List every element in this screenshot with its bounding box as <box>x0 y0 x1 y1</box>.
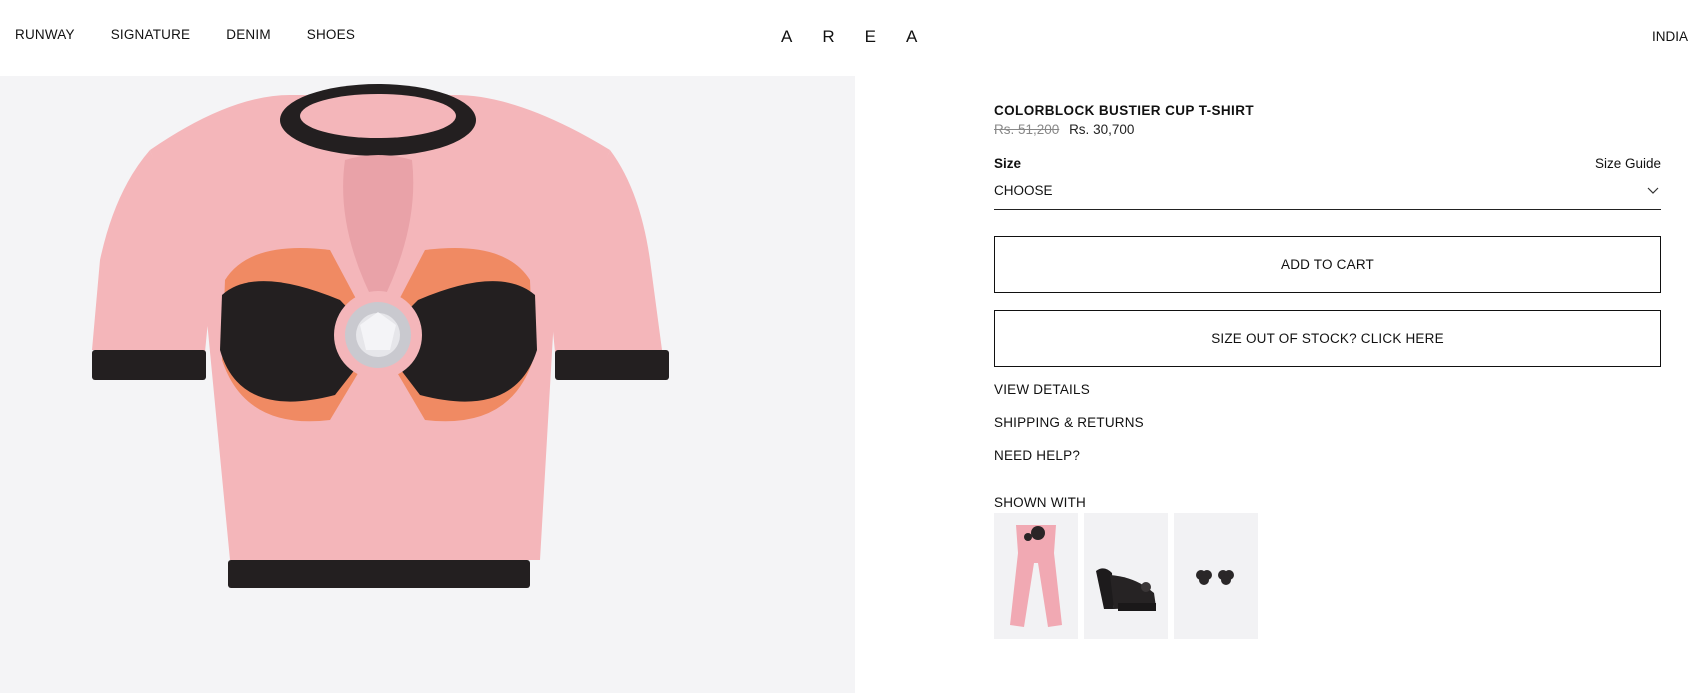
view-details-link[interactable]: VIEW DETAILS <box>994 382 1090 397</box>
shown-with-heels-thumbnail[interactable] <box>1084 513 1168 639</box>
nav-signature-link[interactable]: SIGNATURE <box>111 27 191 42</box>
shown-with-list <box>994 513 1258 639</box>
shown-with-heading: SHOWN WITH <box>994 495 1086 510</box>
pants-image <box>1010 525 1062 627</box>
brand-logo[interactable]: AREA <box>781 27 947 47</box>
original-price: Rs. 51,200 <box>994 122 1060 137</box>
main-nav: RUNWAY SIGNATURE DENIM SHOES <box>15 27 355 42</box>
need-help-link[interactable]: NEED HELP? <box>994 448 1080 463</box>
heels-image <box>1096 568 1156 611</box>
shown-with-pants-thumbnail[interactable] <box>994 513 1078 639</box>
size-dropdown-value: CHOOSE <box>994 183 1053 198</box>
price-block: Rs. 51,200 Rs. 30,700 <box>994 122 1134 137</box>
size-dropdown[interactable]: CHOOSE <box>994 180 1661 210</box>
shipping-returns-link[interactable]: SHIPPING & RETURNS <box>994 415 1144 430</box>
product-title: COLORBLOCK BUSTIER CUP T-SHIRT <box>994 103 1255 118</box>
chevron-down-icon <box>1647 187 1659 194</box>
nav-denim-link[interactable]: DENIM <box>226 27 271 42</box>
size-label: Size <box>994 156 1022 171</box>
earrings-image <box>1196 570 1234 585</box>
product-image <box>92 84 669 588</box>
region-selector[interactable]: INDIA <box>1652 29 1688 44</box>
site-header: RUNWAY SIGNATURE DENIM SHOES AREA INDIA <box>0 0 1692 76</box>
sale-price: Rs. 30,700 <box>1069 122 1135 137</box>
add-to-cart-button[interactable]: ADD TO CART <box>994 236 1661 293</box>
nav-runway-link[interactable]: RUNWAY <box>15 27 75 42</box>
nav-shoes-link[interactable]: SHOES <box>307 27 355 42</box>
size-out-of-stock-button[interactable]: SIZE OUT OF STOCK? CLICK HERE <box>994 310 1661 367</box>
shown-with-earrings-thumbnail[interactable] <box>1174 513 1258 639</box>
size-guide-link[interactable]: Size Guide <box>1595 156 1661 171</box>
product-image-gallery[interactable] <box>0 76 855 693</box>
